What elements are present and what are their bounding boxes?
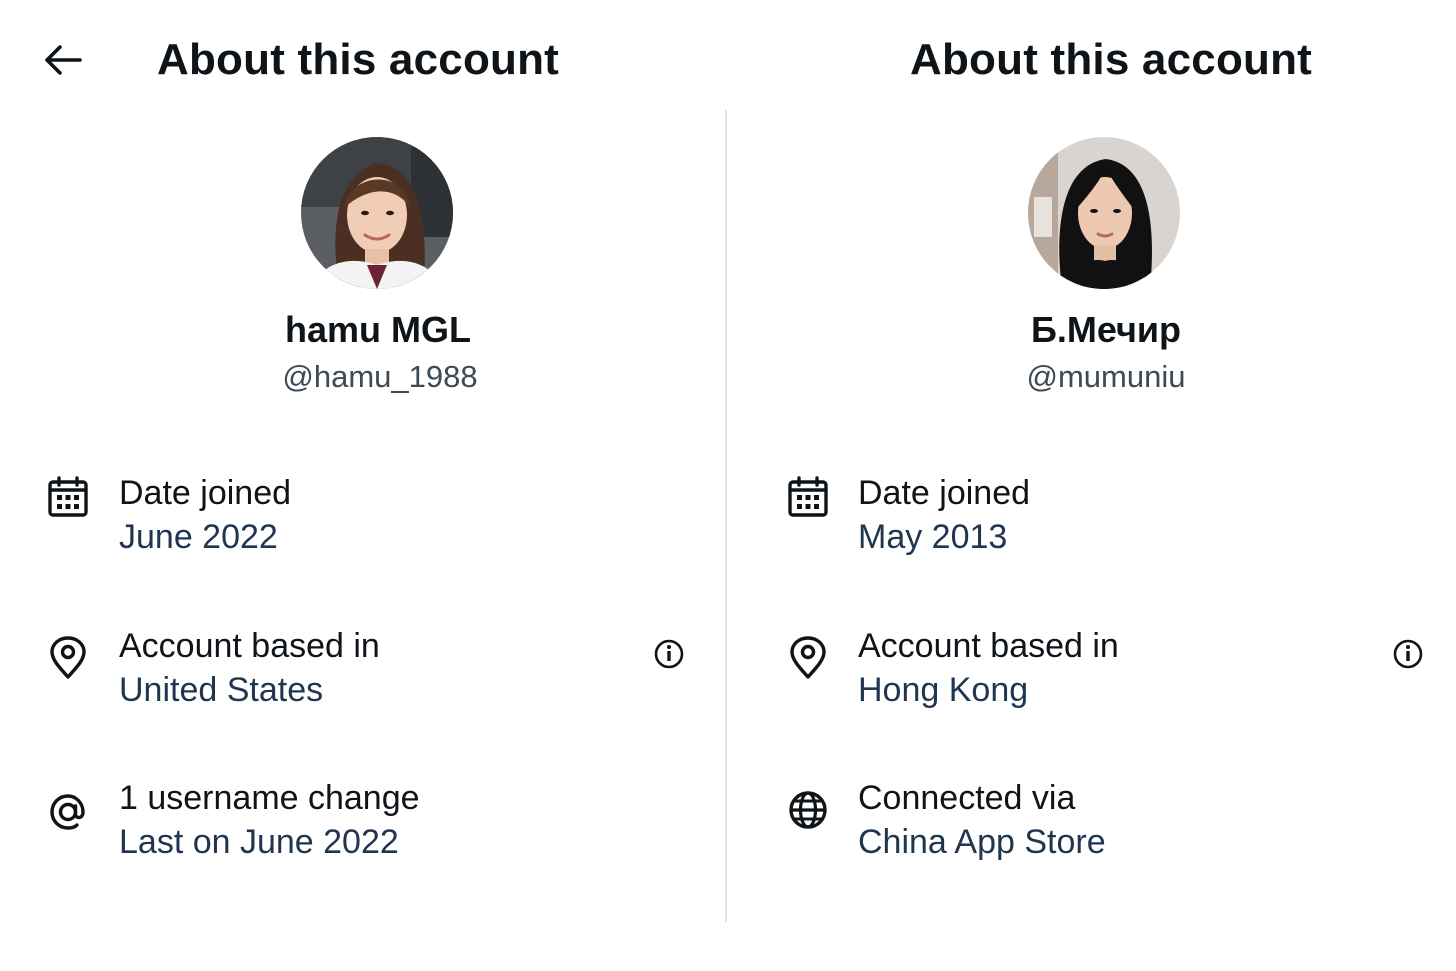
- connected-via-value: China App Store: [858, 823, 1106, 861]
- username-handle: @mumuniu: [1026, 359, 1186, 394]
- display-name: hamu MGL: [285, 309, 471, 350]
- left-account-panel: About this account hamu MGL @hamu_1988 D…: [0, 0, 728, 971]
- location-pin-icon: [46, 636, 90, 680]
- account-based-in-value: Hong Kong: [858, 671, 1029, 709]
- at-sign-icon: [46, 790, 90, 834]
- info-icon: [654, 639, 684, 669]
- page-title: About this account: [157, 35, 560, 84]
- globe-icon: [786, 788, 830, 832]
- username-handle: @hamu_1988: [282, 359, 478, 394]
- account-based-in-row: Account based in United States: [0, 624, 728, 724]
- comparison-screen: About this account hamu MGL @hamu_1988 D…: [0, 0, 1456, 971]
- connected-via-row: Connected via China App Store: [728, 776, 1456, 876]
- panel-divider: [725, 110, 727, 922]
- profile-photo: [301, 137, 453, 289]
- info-button[interactable]: [651, 636, 687, 672]
- page-title: About this account: [910, 35, 1313, 84]
- date-joined-row: Date joined May 2013: [728, 471, 1456, 571]
- back-button[interactable]: [36, 38, 88, 82]
- profile-photo: [1028, 137, 1180, 289]
- account-based-in-label: Account based in: [119, 627, 380, 665]
- date-joined-value: May 2013: [858, 518, 1008, 556]
- calendar-icon: [786, 475, 830, 519]
- account-based-in-label: Account based in: [858, 627, 1119, 665]
- account-based-in-value: United States: [119, 671, 324, 709]
- username-change-label: 1 username change: [119, 779, 420, 817]
- date-joined-label: Date joined: [858, 474, 1031, 512]
- back-arrow-icon: [45, 45, 82, 75]
- display-name: Б.Мечир: [1030, 309, 1181, 350]
- info-icon: [1393, 639, 1423, 669]
- location-pin-icon: [786, 636, 830, 680]
- username-change-row: 1 username change Last on June 2022: [0, 776, 728, 876]
- date-joined-row: Date joined June 2022: [0, 471, 728, 571]
- account-based-in-row: Account based in Hong Kong: [728, 624, 1456, 724]
- right-account-panel: About this account Б.Мечир @mumuniu Date…: [728, 0, 1456, 971]
- info-button[interactable]: [1390, 636, 1426, 672]
- date-joined-value: June 2022: [119, 518, 278, 556]
- date-joined-label: Date joined: [119, 474, 292, 512]
- avatar[interactable]: [301, 137, 453, 289]
- calendar-icon: [46, 475, 90, 519]
- connected-via-label: Connected via: [858, 779, 1076, 817]
- username-change-value: Last on June 2022: [119, 823, 399, 861]
- avatar[interactable]: [1028, 137, 1180, 289]
